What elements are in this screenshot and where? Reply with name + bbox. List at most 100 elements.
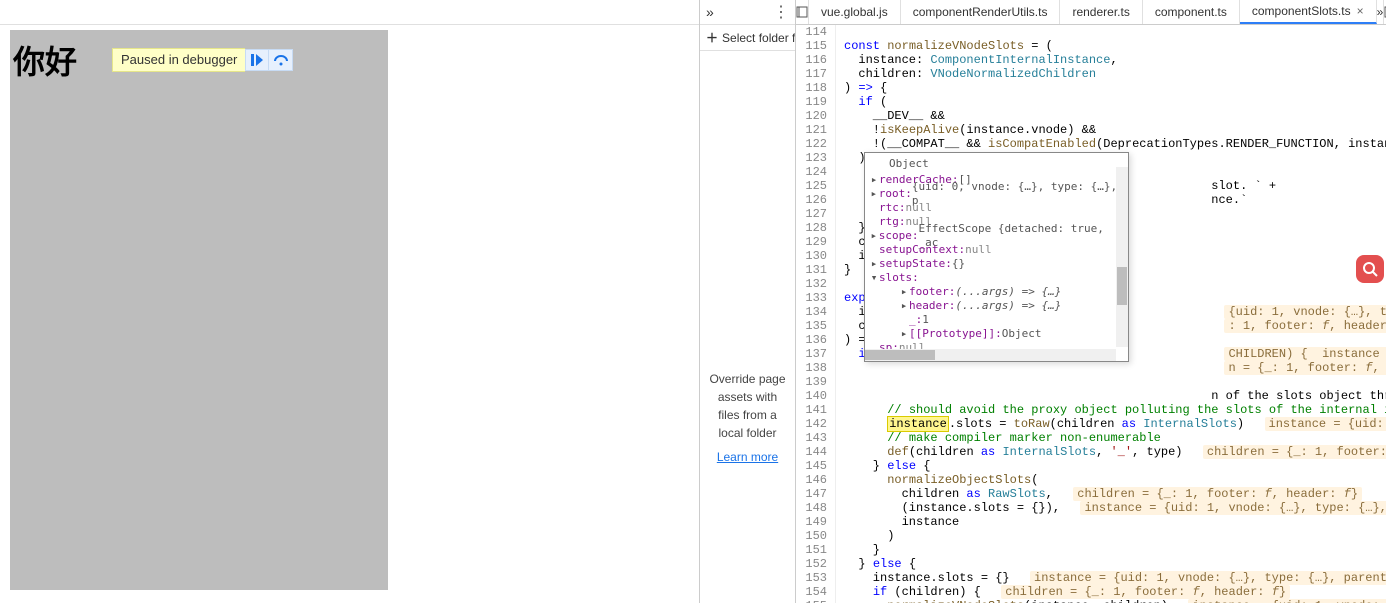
line-number[interactable]: 127 [796, 207, 836, 221]
tab-renderer[interactable]: renderer.ts [1060, 0, 1142, 24]
line-number[interactable]: 124 [796, 165, 836, 179]
inspector-row[interactable]: ▸root: {uid: 0, vnode: {…}, type: {…}, p [865, 187, 1128, 201]
line-number[interactable]: 151 [796, 543, 836, 557]
code-line[interactable]: 151 } [796, 543, 1386, 557]
line-number[interactable]: 136 [796, 333, 836, 347]
code-line[interactable]: 118) => { [796, 81, 1386, 95]
tab-component[interactable]: component.ts [1143, 0, 1240, 24]
line-number[interactable]: 140 [796, 389, 836, 403]
object-inspector-popup[interactable]: Object ▸renderCache: []▸root: {uid: 0, v… [864, 152, 1129, 362]
line-number[interactable]: 125 [796, 179, 836, 193]
line-number[interactable]: 155 [796, 599, 836, 603]
disclosure-icon[interactable]: ▸ [869, 229, 879, 243]
code-line[interactable]: 145 } else { [796, 459, 1386, 473]
line-number[interactable]: 149 [796, 515, 836, 529]
tab-component-render-utils[interactable]: componentRenderUtils.ts [901, 0, 1061, 24]
code-line[interactable]: 149 instance [796, 515, 1386, 529]
line-number[interactable]: 143 [796, 431, 836, 445]
inspector-hthumb[interactable] [865, 350, 935, 360]
line-number[interactable]: 118 [796, 81, 836, 95]
code-line[interactable]: 152 } else { [796, 557, 1386, 571]
line-number[interactable]: 116 [796, 53, 836, 67]
inspector-row[interactable]: ▾slots: [865, 271, 1128, 285]
close-icon[interactable]: × [1357, 4, 1364, 18]
code-line[interactable]: 138 n = {_: 1, footer: f, header: f} [796, 361, 1386, 375]
code-line[interactable]: 150 ) [796, 529, 1386, 543]
code-area[interactable]: 114115const normalizeVNodeSlots = (116 i… [796, 25, 1386, 603]
line-number[interactable]: 148 [796, 501, 836, 515]
step-over-button[interactable] [269, 49, 293, 71]
code-line[interactable]: 147 children as RawSlots, children = {_:… [796, 487, 1386, 501]
line-number[interactable]: 154 [796, 585, 836, 599]
open-file-icon[interactable] [796, 0, 809, 24]
inspector-row[interactable]: ▸scope: EffectScope {detached: true, _ac [865, 229, 1128, 243]
disclosure-icon[interactable]: ▸ [899, 327, 909, 341]
nav-chevrons-icon[interactable]: » [706, 4, 714, 20]
line-number[interactable]: 120 [796, 109, 836, 123]
line-number[interactable]: 137 [796, 347, 836, 361]
inspector-row[interactable]: ▸setupState: {} [865, 257, 1128, 271]
disclosure-icon[interactable]: ▸ [869, 187, 879, 201]
code-line[interactable]: 141 // should avoid the proxy object pol… [796, 403, 1386, 417]
line-number[interactable]: 152 [796, 557, 836, 571]
code-line[interactable]: 116 instance: ComponentInternalInstance, [796, 53, 1386, 67]
line-number[interactable]: 131 [796, 263, 836, 277]
inspector-hscrollbar[interactable] [865, 349, 1116, 361]
kebab-menu-icon[interactable]: ⋮ [773, 2, 789, 22]
inspector-vscrollbar[interactable] [1116, 167, 1128, 347]
code-line[interactable]: 154 if (children) { children = {_: 1, fo… [796, 585, 1386, 599]
search-icon[interactable] [1356, 255, 1384, 283]
line-number[interactable]: 115 [796, 39, 836, 53]
inspector-row[interactable]: ▸header: (...args) => {…} [883, 299, 1128, 313]
line-number[interactable]: 129 [796, 235, 836, 249]
code-line[interactable]: 155 normalizeVNodeSlots(instance, childr… [796, 599, 1386, 603]
line-number[interactable]: 138 [796, 361, 836, 375]
code-line[interactable]: 121 !isKeepAlive(instance.vnode) && [796, 123, 1386, 137]
line-number[interactable]: 142 [796, 417, 836, 431]
code-line[interactable]: 122 !(__COMPAT__ && isCompatEnabled(Depr… [796, 137, 1386, 151]
code-line[interactable]: 139 [796, 375, 1386, 389]
line-number[interactable]: 126 [796, 193, 836, 207]
more-tabs-icon[interactable]: » [1377, 0, 1384, 24]
disclosure-icon[interactable]: ▾ [869, 271, 879, 285]
inspector-row[interactable]: ▸footer: (...args) => {…} [883, 285, 1128, 299]
line-number[interactable]: 130 [796, 249, 836, 263]
line-number[interactable]: 114 [796, 25, 836, 39]
disclosure-icon[interactable]: ▸ [899, 299, 909, 313]
code-line[interactable]: 148 (instance.slots = {}), instance = {u… [796, 501, 1386, 515]
line-number[interactable]: 144 [796, 445, 836, 459]
line-number[interactable]: 134 [796, 305, 836, 319]
line-number[interactable]: 119 [796, 95, 836, 109]
line-number[interactable]: 139 [796, 375, 836, 389]
inspector-row[interactable]: ▸[[Prototype]]: Object [883, 327, 1128, 341]
code-line[interactable]: 117 children: VNodeNormalizedChildren [796, 67, 1386, 81]
line-number[interactable]: 153 [796, 571, 836, 585]
select-folder-button[interactable]: ＋ Select folder fo [700, 25, 795, 51]
code-line[interactable]: 120 __DEV__ && [796, 109, 1386, 123]
disclosure-icon[interactable]: ▸ [869, 257, 879, 271]
line-number[interactable]: 133 [796, 291, 836, 305]
inspector-vthumb[interactable] [1117, 267, 1127, 305]
line-number[interactable]: 146 [796, 473, 836, 487]
line-number[interactable]: 121 [796, 123, 836, 137]
code-line[interactable]: 142 instance.slots = toRaw(children as I… [796, 417, 1386, 431]
line-number[interactable]: 128 [796, 221, 836, 235]
code-line[interactable]: 114 [796, 25, 1386, 39]
line-number[interactable]: 150 [796, 529, 836, 543]
line-number[interactable]: 132 [796, 277, 836, 291]
disclosure-icon[interactable]: ▸ [869, 173, 879, 187]
tab-vue-global[interactable]: vue.global.js [809, 0, 901, 24]
disclosure-icon[interactable]: ▸ [899, 285, 909, 299]
code-line[interactable]: 140 n of the slots object through `this.… [796, 389, 1386, 403]
resume-button[interactable] [245, 49, 269, 71]
inspector-row[interactable]: _: 1 [883, 313, 1128, 327]
code-line[interactable]: 146 normalizeObjectSlots( [796, 473, 1386, 487]
line-number[interactable]: 117 [796, 67, 836, 81]
line-number[interactable]: 141 [796, 403, 836, 417]
code-line[interactable]: 115const normalizeVNodeSlots = ( [796, 39, 1386, 53]
line-number[interactable]: 135 [796, 319, 836, 333]
line-number[interactable]: 145 [796, 459, 836, 473]
code-line[interactable]: 143 // make compiler marker non-enumerab… [796, 431, 1386, 445]
line-number[interactable]: 123 [796, 151, 836, 165]
line-number[interactable]: 147 [796, 487, 836, 501]
